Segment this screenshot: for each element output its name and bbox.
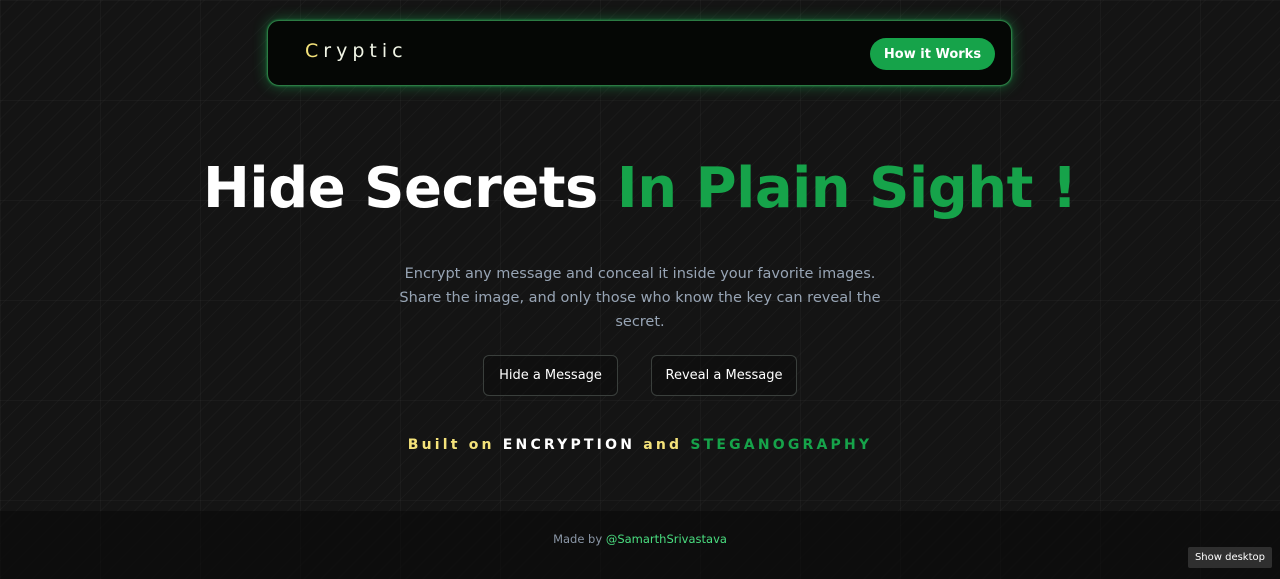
built-on-tagline: Built on ENCRYPTION and STEGANOGRAPHY [0,437,1280,453]
hero-subtitle: Encrypt any message and conceal it insid… [399,266,881,330]
headline-white-part: Hide Secrets [203,156,617,221]
and-label: and [635,437,691,453]
hero-headline: Hide Secrets In Plain Sight ! [0,154,1280,224]
encryption-label: ENCRYPTION [502,437,636,453]
brand-first-letter: C [305,40,324,62]
footer: Made by @SamarthSrivastava [0,511,1280,579]
reveal-message-button[interactable]: Reveal a Message [651,355,797,396]
steganography-label: STEGANOGRAPHY [690,437,873,453]
headline-green-part: In Plain Sight ! [616,156,1078,221]
how-it-works-button[interactable]: How it Works [870,38,995,70]
built-on-prefix: Built on [407,437,503,453]
made-by-label: Made by [553,532,606,546]
navbar: Cryptic How it Works [267,20,1012,86]
hero-actions: Hide a Message Reveal a Message [0,355,1280,397]
author-link[interactable]: @SamarthSrivastava [606,532,727,546]
footer-credit: Made by @SamarthSrivastava [0,532,1280,546]
brand-rest: ryptic [323,40,408,62]
brand-logo[interactable]: Cryptic [305,40,408,62]
show-desktop-button[interactable]: Show desktop [1187,547,1272,568]
hide-message-button[interactable]: Hide a Message [483,355,618,396]
